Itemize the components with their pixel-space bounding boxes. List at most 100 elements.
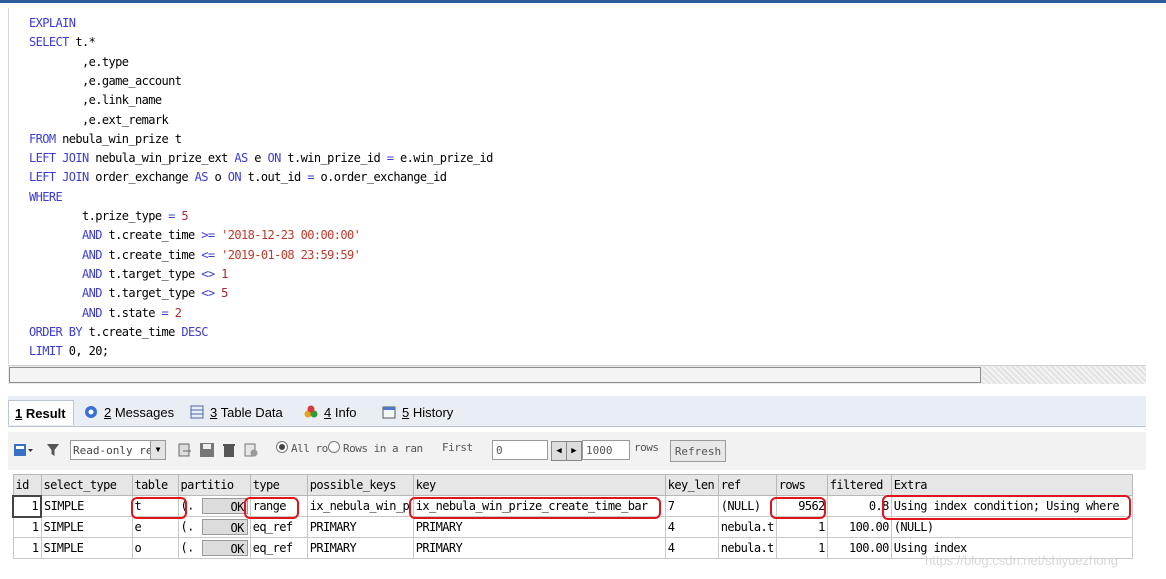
tab-messages[interactable]: 2 Messages [78, 400, 182, 425]
code-line: SELECT t.* [29, 33, 96, 52]
code-line: AND t.state = 2 [29, 304, 182, 323]
column-header-possible-keys[interactable]: possible_keys [306, 474, 414, 496]
first-row-input[interactable]: 0 [492, 440, 548, 460]
history-icon [382, 402, 396, 419]
cell-type[interactable]: eq_ref [249, 537, 308, 559]
tab-history[interactable]: 5 History [376, 400, 468, 425]
column-header-key-len[interactable]: key_len [664, 474, 719, 496]
cell-partitions[interactable]: (. OK [177, 516, 251, 538]
rows-count-input[interactable]: 1000 [582, 440, 630, 460]
cell-key-len[interactable]: 4 [664, 537, 719, 559]
cell-filtered[interactable]: 100.00 [826, 516, 892, 538]
cell-filtered[interactable]: 0.8 [826, 495, 892, 517]
cell-type[interactable]: eq_ref [249, 516, 308, 538]
cell-select-type[interactable]: SIMPLE [40, 537, 133, 559]
cell-possible-keys[interactable]: ix_nebula_win_p [306, 495, 414, 517]
grid-menu-icon[interactable] [14, 442, 33, 458]
cell-type[interactable]: range [249, 495, 308, 517]
table-row[interactable]: 1 SIMPLE e (. OK eq_ref PRIMARY PRIMARY 4… [12, 516, 1133, 538]
filter-icon[interactable] [46, 442, 62, 458]
code-line: ,e.link_name [29, 91, 162, 110]
cell-key[interactable]: ix_nebula_win_prize_create_time_bar [412, 495, 666, 517]
watermark: https://blog.csdn.net/shiyuezhong [925, 553, 1118, 568]
column-header-table[interactable]: table [131, 474, 179, 496]
cell-rows[interactable]: 1 [775, 516, 828, 538]
cell-possible-keys[interactable]: PRIMARY [306, 537, 414, 559]
column-header-extra[interactable]: Extra [890, 474, 1133, 496]
code-line: ORDER BY t.create_time DESC [29, 323, 208, 342]
cell-key-len[interactable]: 4 [664, 516, 719, 538]
cell-filtered[interactable]: 100.00 [826, 537, 892, 559]
sql-keyword: SELECT [29, 35, 69, 50]
cell-select-type[interactable]: SIMPLE [40, 495, 133, 517]
cell-key[interactable]: PRIMARY [412, 516, 666, 538]
cell-table[interactable]: t [131, 495, 179, 517]
sql-token: o.order_exchange_id [313, 170, 447, 185]
cell-table[interactable]: e [131, 516, 179, 538]
cell-id[interactable]: 1 [12, 494, 42, 518]
sql-keyword: AND [82, 228, 102, 243]
cell-id[interactable]: 1 [12, 537, 42, 559]
cell-ref[interactable]: nebula.t [717, 516, 777, 538]
column-header-type[interactable]: type [249, 474, 308, 496]
column-header-key[interactable]: key [412, 474, 666, 496]
cell-partitions[interactable]: (. OK [177, 537, 251, 559]
sql-token: t.create_time [101, 247, 202, 262]
cell-ref[interactable]: (NULL) [717, 495, 777, 517]
scrollbar-track[interactable] [983, 366, 1146, 384]
next-page-icon[interactable]: ▶ [566, 441, 582, 461]
result-toolbar: Read-only res ▼ All rov Rows in a ran Fir… [8, 432, 1146, 470]
result-mode-select[interactable]: Read-only res ▼ [70, 440, 166, 460]
radio-rows-range[interactable]: Rows in a ran [328, 441, 423, 455]
cell-extra[interactable]: Using index condition; Using where [890, 495, 1133, 517]
cell-key[interactable]: PRIMARY [412, 537, 666, 559]
sql-token: order_exchange [88, 170, 195, 185]
cell-id[interactable]: 1 [12, 516, 42, 538]
radio-all-rows-icon [276, 441, 288, 453]
ok-button[interactable]: OK [201, 498, 248, 514]
cell-rows[interactable]: 9562 [775, 495, 828, 517]
column-header-partitions[interactable]: partitio [177, 474, 251, 496]
save-icon[interactable] [199, 442, 215, 458]
cell-partitions-value: (. [180, 498, 195, 513]
code-line: t.prize_type = 5 [29, 207, 189, 226]
table-row[interactable]: 1 SIMPLE t (. OK range ix_nebula_win_p ix… [12, 494, 1133, 518]
sql-keyword: AS [234, 151, 248, 166]
column-header-id[interactable]: id [12, 474, 42, 496]
previous-page-icon[interactable]: ◀ [551, 441, 567, 461]
sql-string: '2019-01-08 23:59:59' [214, 247, 361, 262]
tab-info[interactable]: 4 Info [298, 400, 374, 425]
sql-token: <= [201, 247, 215, 262]
cell-partitions[interactable]: (. OK [177, 495, 251, 517]
cell-key-len[interactable]: 7 [664, 495, 719, 517]
cell-possible-keys[interactable]: PRIMARY [306, 516, 414, 538]
cell-ref[interactable]: nebula.t [717, 537, 777, 559]
ok-button[interactable]: OK [201, 519, 248, 535]
sql-token: e [247, 151, 268, 166]
column-header-ref[interactable]: ref [717, 474, 777, 496]
column-header-filtered[interactable]: filtered [826, 474, 892, 496]
refresh-rows-icon[interactable] [243, 442, 259, 458]
scrollbar-thumb[interactable] [9, 367, 981, 383]
cell-table[interactable]: o [131, 537, 179, 559]
sql-token: 5 [174, 209, 188, 223]
column-header-rows[interactable]: rows [775, 474, 828, 496]
column-header-select-type[interactable]: select_type [40, 474, 133, 496]
cell-extra[interactable]: (NULL) [890, 516, 1133, 538]
refresh-button[interactable]: Refresh [670, 440, 726, 462]
cell-rows[interactable]: 1 [775, 537, 828, 559]
tab-result[interactable]: 1 Result [8, 400, 74, 425]
editor-horizontal-scrollbar[interactable] [8, 365, 1146, 384]
sql-token: t.win_prize_id [280, 151, 387, 166]
sql-editor[interactable]: EXPLAIN SELECT t.* ,e.type ,e.game_accoun… [8, 8, 1147, 364]
delete-icon[interactable] [221, 442, 237, 458]
tab-table-data[interactable]: 3 Table Data [184, 400, 296, 425]
radio-all-rows[interactable]: All rov [276, 441, 334, 455]
export-icon[interactable] [177, 442, 193, 458]
cell-select-type[interactable]: SIMPLE [40, 516, 133, 538]
ok-button[interactable]: OK [201, 540, 248, 556]
